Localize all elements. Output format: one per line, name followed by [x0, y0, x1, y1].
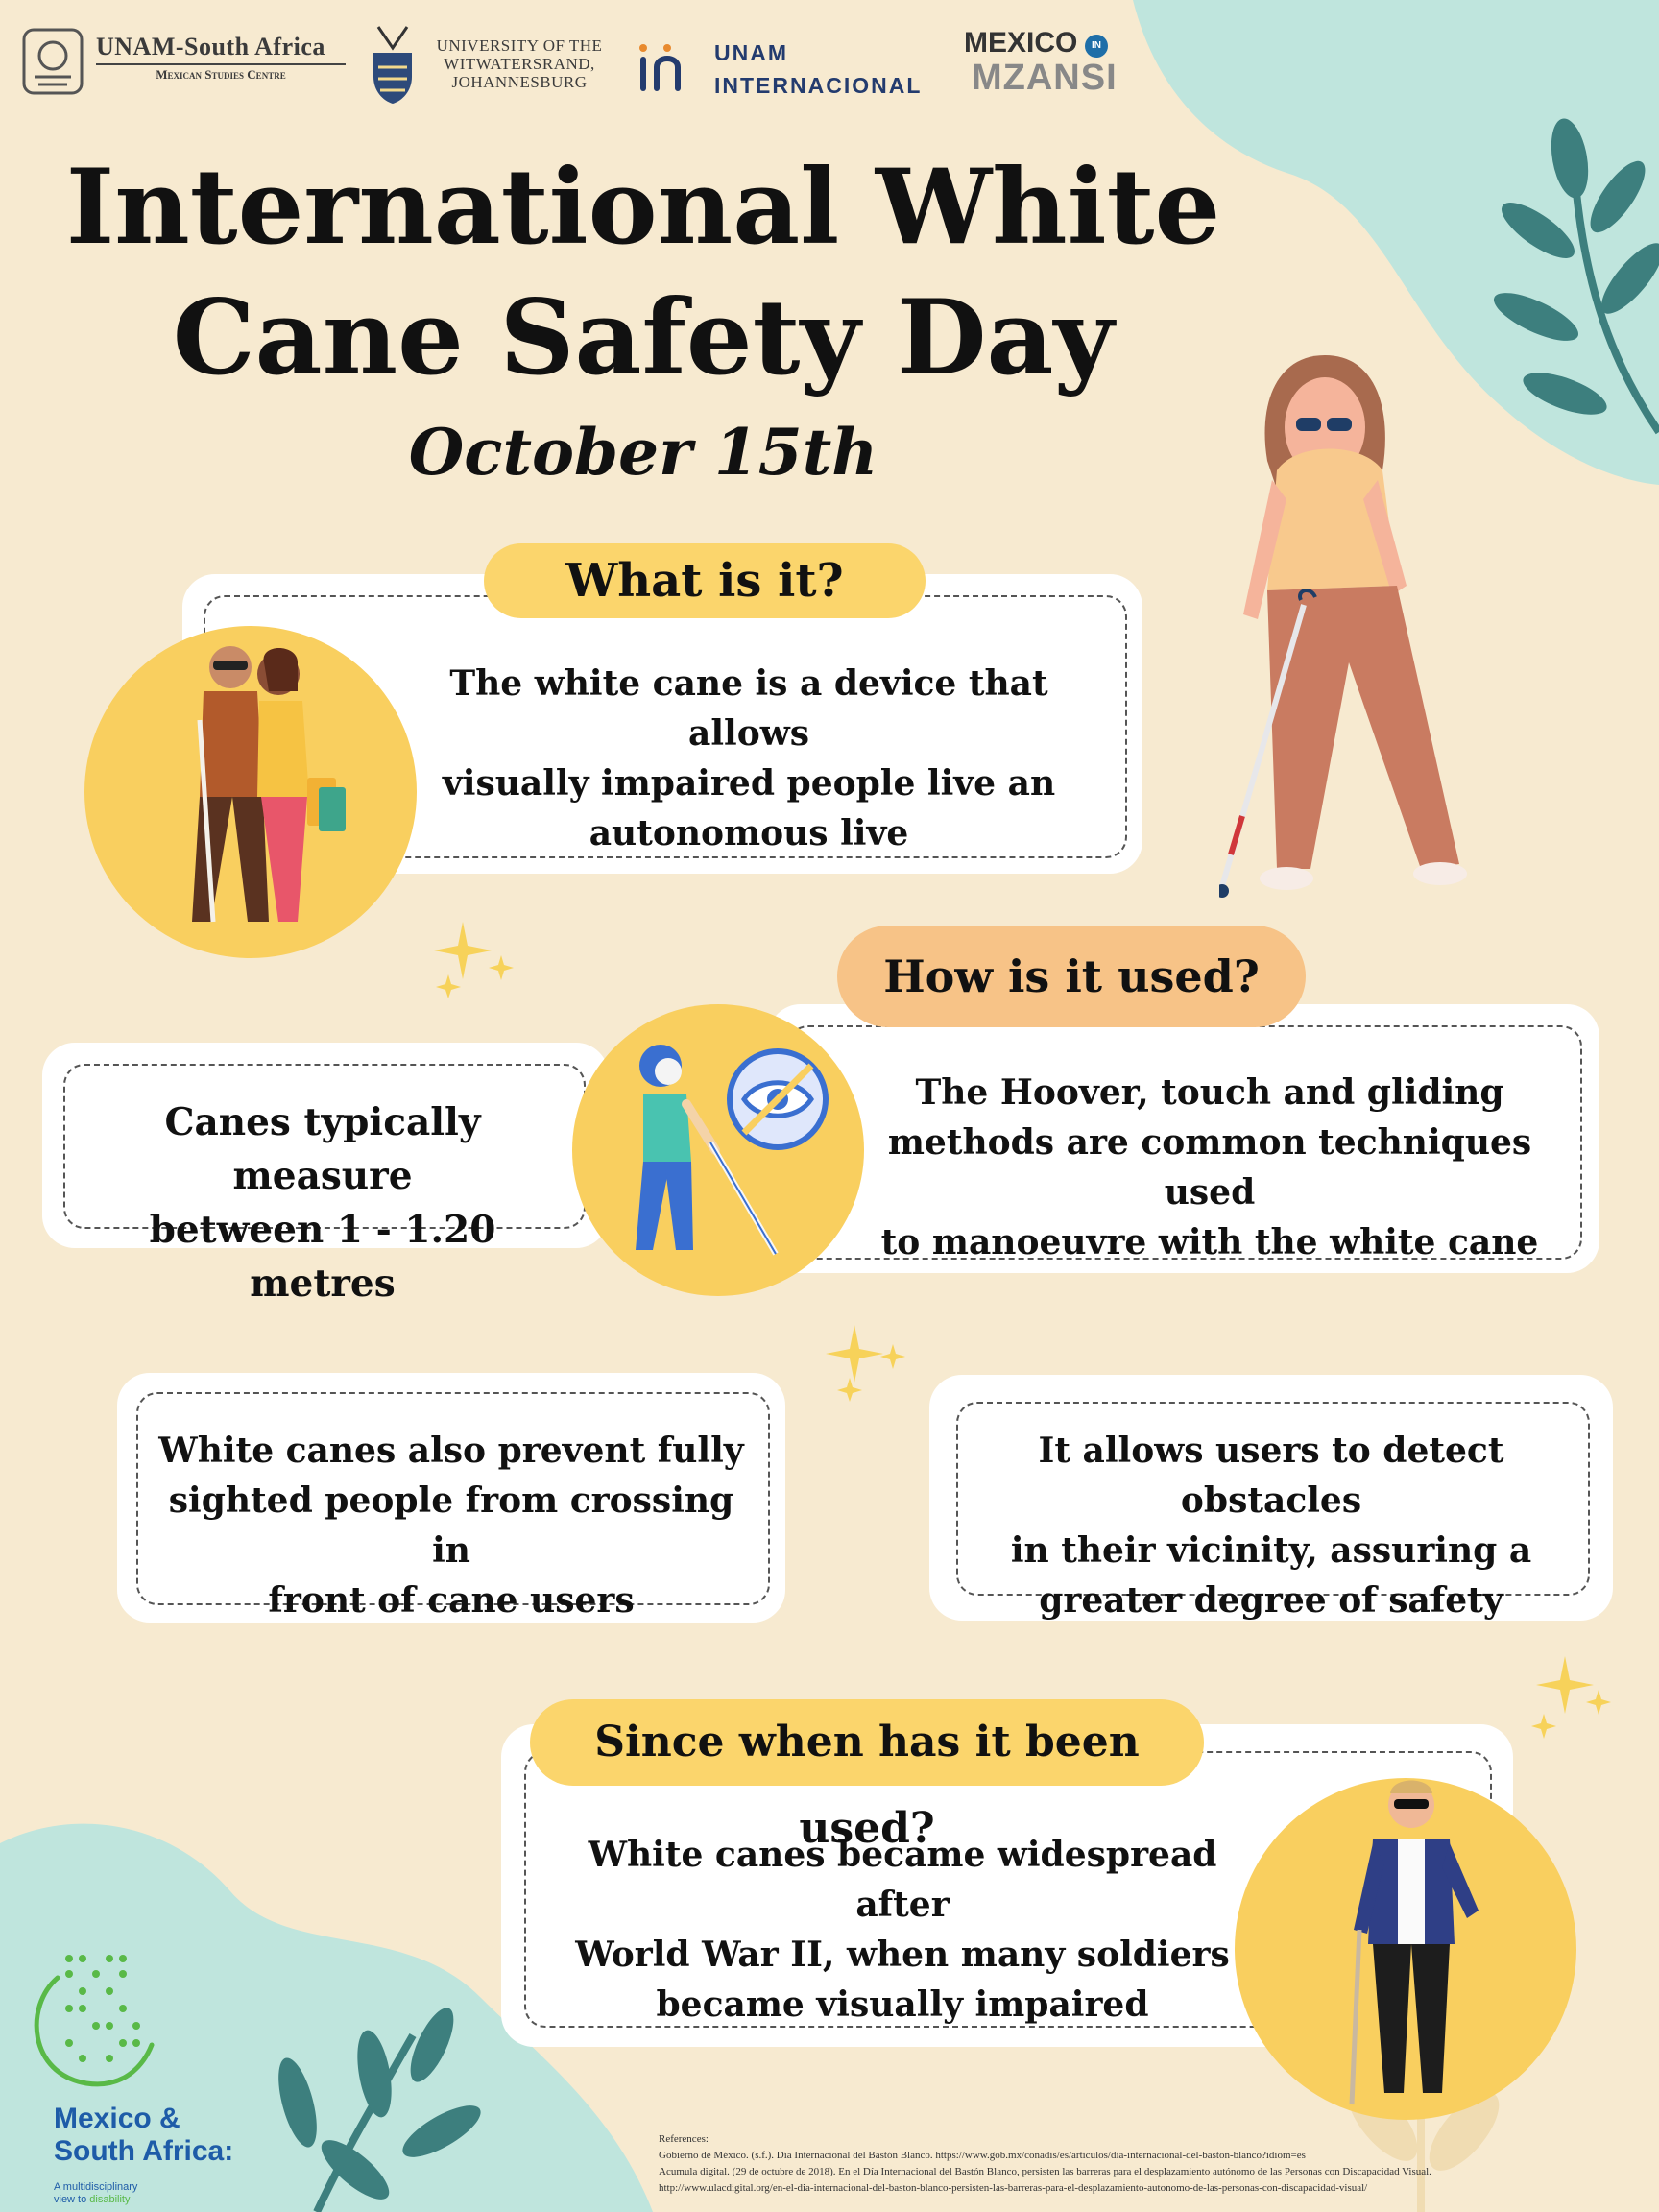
- msa-tag-highlight: disability: [89, 2194, 131, 2205]
- msa-line: South Africa:: [54, 2135, 234, 2167]
- reference-line: References:: [659, 2133, 709, 2145]
- heading-text: What is it?: [565, 554, 844, 608]
- msa-line: Mexico &: [54, 2103, 180, 2134]
- in-badge-text: IN: [1092, 40, 1101, 51]
- unam-subtitle-text: Mexican Studies Centre: [156, 67, 286, 82]
- leaf-branch-bottom-left: [278, 2008, 481, 2212]
- woman-with-cane-illustration: [1219, 355, 1467, 898]
- unam-subtitle: Mexican Studies Centre: [96, 67, 346, 82]
- mexico-in-mzansi-logo: MEXICO IN MZANSI: [964, 27, 1118, 104]
- reference-line: Gobierno de México. (s.f.). Día Internac…: [659, 2150, 1306, 2161]
- body-line: became visually impaired: [656, 1984, 1149, 2025]
- title-line: International White: [65, 147, 1221, 268]
- couple-with-cane-illustration: [192, 646, 346, 923]
- cane-user-illustration: [636, 1045, 829, 1256]
- since-when-heading: Since when has it been used?: [530, 1699, 1204, 1853]
- what-is-it-body: The white cane is a device that allows v…: [394, 659, 1104, 858]
- measure-text: Canes typically measure between 1 - 1.20…: [73, 1095, 572, 1310]
- unam-crest-icon: [22, 28, 84, 95]
- unam-name: UNAM-South Africa: [96, 33, 325, 60]
- mexico-south-africa-logo: Mexico & South Africa: A multidisciplina…: [54, 2103, 284, 2206]
- body-line: It allows users to detect obstacles: [1038, 1431, 1504, 1521]
- wits-logo: UNIVERSITY OF THE WITWATERSRAND, JOHANNE…: [369, 19, 609, 106]
- leaf-branch-top-right: [1493, 118, 1659, 435]
- title-line: Cane Safety Day: [172, 277, 1115, 398]
- body-line: to manoeuvre with the white cane: [880, 1222, 1539, 1262]
- divider: [96, 63, 346, 65]
- page-title: International White Cane Safety Day: [38, 142, 1248, 403]
- body-line: between 1 - 1.20 metres: [149, 1208, 496, 1306]
- detect-text: It allows users to detect obstacles in t…: [960, 1426, 1582, 1625]
- sparkle-icon: [826, 1325, 905, 1402]
- unam-south-africa-logo: UNAM-South Africa Mexican Studies Centre: [21, 23, 348, 98]
- body-line: autonomous live: [589, 813, 909, 854]
- how-is-it-used-heading: How is it used?: [837, 926, 1306, 1027]
- body-line: White canes also prevent fully: [158, 1431, 744, 1471]
- unam-internacional-text: UNAM INTERNACIONAL: [714, 36, 922, 102]
- reference-line: Acumula digital. (29 de octubre de 2018)…: [659, 2166, 1431, 2177]
- body-line: sighted people from crossing in: [168, 1480, 734, 1571]
- sparkle-icon: [434, 922, 514, 998]
- wits-crest-icon: [373, 26, 412, 104]
- methods-text: The Hoover, touch and gliding methods ar…: [845, 1068, 1575, 1267]
- wits-line: UNIVERSITY OF THE: [436, 36, 603, 55]
- wits-line: WITWATERSRAND,: [444, 55, 595, 73]
- poster: UNAM-South Africa Mexican Studies Centre…: [0, 0, 1659, 2212]
- msa-tag-part: view to: [54, 2194, 90, 2205]
- mexico-text: MEXICO: [964, 27, 1078, 59]
- body-line: greater degree of safety: [1039, 1580, 1503, 1621]
- body-line: Canes typically measure: [164, 1100, 481, 1198]
- in-badge: IN: [1085, 35, 1108, 58]
- since-when-text: White canes became widespread after Worl…: [557, 1830, 1248, 2030]
- body-line: White canes became widespread after: [588, 1835, 1217, 1925]
- intl-line: INTERNACIONAL: [714, 73, 923, 98]
- body-line: World War II, when many soldiers: [575, 1935, 1230, 1975]
- wits-name: UNIVERSITY OF THE WITWATERSRAND, JOHANNE…: [428, 36, 611, 91]
- body-line: The white cane is a device that allows: [449, 663, 1048, 754]
- prevent-text: White canes also prevent fully sighted p…: [146, 1426, 757, 1625]
- event-date: October 15th: [408, 415, 878, 490]
- msa-tagline: A multidisciplinary view to disability: [54, 2181, 284, 2206]
- body-line: The Hoover, touch and gliding: [915, 1072, 1504, 1113]
- heading-text: How is it used?: [883, 950, 1260, 1002]
- what-is-it-heading: What is it?: [484, 543, 926, 618]
- unam-internacional-logo: UNAM INTERNACIONAL: [634, 36, 941, 104]
- sparkle-icon: [1531, 1656, 1611, 1739]
- braille-logo-icon: [34, 1955, 155, 2087]
- reference-line: http://www.ulacdigital.org/en-el-dia-int…: [659, 2182, 1368, 2194]
- unam-i-icon: [639, 44, 681, 91]
- msa-tag-line: A multidisciplinary: [54, 2181, 138, 2193]
- mzansi-text: MZANSI: [972, 58, 1118, 98]
- msa-tag-line-2: view to disability: [54, 2194, 284, 2206]
- body-line: in their vicinity, assuring a: [1010, 1530, 1532, 1571]
- wits-line: JOHANNESBURG: [451, 73, 588, 91]
- references: References: Gobierno de México. (s.f.). …: [659, 2131, 1619, 2197]
- intl-line: UNAM: [714, 40, 788, 65]
- body-line: front of cane users: [268, 1580, 635, 1621]
- body-line: visually impaired people live an: [442, 763, 1056, 804]
- body-line: methods are common techniques used: [887, 1122, 1532, 1213]
- man-with-cane-illustration: [1349, 1780, 1479, 2105]
